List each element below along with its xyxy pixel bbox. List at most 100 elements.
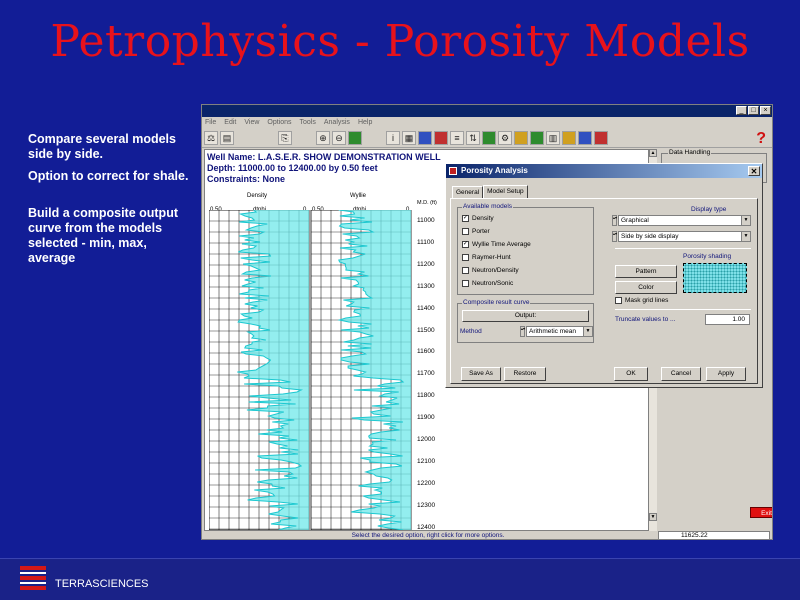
scroll-down-icon[interactable]: ▼ (649, 513, 657, 521)
help-icon[interactable]: ? (756, 130, 766, 148)
app-icon (449, 167, 457, 175)
minimize-icon[interactable]: _ (736, 106, 747, 115)
method-value: Arithmetic mean (529, 328, 576, 335)
output-button[interactable]: Output: (462, 310, 589, 322)
palette-icon[interactable] (562, 130, 576, 145)
zoom-out-icon[interactable]: ⊖ (332, 130, 346, 145)
depth-label: 12200 (417, 479, 436, 487)
tab-general-panel: Available models ✓ Density Porter ✓ Wyllie T… (450, 198, 758, 384)
model-checkbox[interactable] (462, 254, 469, 261)
logo-stripe (20, 576, 46, 580)
window-controls: _ □ × (736, 106, 771, 115)
track-title-wyllie: Wyllie (350, 193, 366, 199)
method-label: Method (460, 328, 482, 335)
display-type-title: Display type (691, 206, 727, 213)
logo-stripe (20, 566, 46, 570)
model-row[interactable]: Raymer-Hunt (462, 254, 511, 261)
model-row[interactable]: ✓ Density (462, 215, 494, 222)
depth-label: 11200 (417, 260, 435, 268)
color-button[interactable]: Color (615, 281, 677, 294)
composite-result-title: Composite result curve (462, 299, 531, 306)
tab-model-setup[interactable]: Model Setup (483, 185, 528, 198)
layers-icon[interactable] (514, 130, 528, 145)
model-row[interactable]: Porter (462, 228, 490, 235)
model-checkbox[interactable]: ✓ (462, 215, 469, 222)
zoom-in-icon[interactable]: ⊕ (316, 130, 330, 145)
chart-icon[interactable] (418, 130, 432, 145)
depth-label: 12000 (417, 436, 436, 443)
menu-options[interactable]: Options (267, 117, 291, 128)
model-label: Neutron/Density (472, 267, 519, 274)
cross-plot-icon[interactable] (578, 130, 592, 145)
grid-icon[interactable]: ▦ (402, 130, 416, 145)
model-label: Porter (472, 228, 490, 235)
constraints: Constraints: None (207, 174, 286, 184)
display-type-select-2[interactable]: Side by side display ▼ (618, 231, 751, 242)
model-checkbox[interactable] (462, 228, 469, 235)
app-titlebar: _ □ × (202, 105, 772, 117)
model-label: Density (472, 215, 494, 222)
menu-analysis[interactable]: Analysis (324, 117, 350, 128)
truncate-input[interactable]: 1.00 (705, 314, 750, 325)
tool-icon[interactable]: ⚖ (204, 130, 218, 145)
terrasciences-logo (20, 566, 46, 592)
on-off-icon[interactable] (482, 130, 496, 145)
model-label: Neutron/Sonic (472, 280, 514, 287)
depth-label: 11700 (417, 370, 435, 378)
logo-stripe (20, 572, 46, 574)
dialog-titlebar: Porosity Analysis ✕ (446, 164, 762, 178)
method-select[interactable]: Arithmetic mean ▼ (526, 326, 593, 337)
close-icon[interactable]: × (760, 106, 771, 115)
divider (615, 248, 751, 249)
close-icon[interactable]: ✕ (748, 166, 760, 176)
menu-edit[interactable]: Edit (224, 117, 236, 128)
menu-tools[interactable]: Tools (300, 117, 316, 128)
table-icon[interactable]: ▥ (546, 130, 560, 145)
cancel-button[interactable]: Cancel (661, 367, 701, 381)
ok-button[interactable]: OK (614, 367, 648, 381)
apply-button[interactable]: Apply (706, 367, 746, 381)
settings-icon[interactable]: ⚙ (498, 130, 512, 145)
model-row[interactable]: Neutron/Density (462, 267, 519, 274)
display-type-1-spinner[interactable]: ▴▾ (612, 215, 617, 226)
exit-petrophysics-button[interactable]: Exit Petrophysics (750, 507, 772, 518)
depth-label: 11100 (417, 238, 435, 246)
chevron-down-icon[interactable]: ▼ (583, 327, 592, 336)
mask-grid-checkbox[interactable] (615, 297, 622, 304)
bullet-3: Build a composite output curve from the … (28, 206, 178, 265)
pattern-button[interactable]: Pattern (615, 265, 677, 278)
api-icon[interactable]: ≡ (450, 130, 464, 145)
display-type-2-spinner[interactable]: ▴▾ (612, 231, 617, 242)
chevron-down-icon[interactable]: ▼ (741, 216, 750, 225)
track-icon[interactable] (530, 130, 544, 145)
mask-grid-row[interactable]: Mask grid lines (615, 297, 668, 304)
print-icon[interactable]: ▤ (220, 130, 234, 145)
model-row[interactable]: ✓ Wyllie Time Average (462, 241, 531, 248)
scroll-up-icon[interactable]: ▲ (649, 149, 657, 157)
model-row[interactable]: Neutron/Sonic (462, 280, 513, 287)
flag-icon[interactable] (434, 130, 448, 145)
boot-icon[interactable] (594, 130, 608, 145)
model-checkbox[interactable] (462, 280, 469, 287)
scale-icon[interactable]: ⇅ (466, 130, 480, 145)
model-checkbox[interactable]: ✓ (462, 241, 469, 248)
menu-help[interactable]: Help (358, 117, 372, 128)
restore-button[interactable]: Restore (504, 367, 546, 381)
save-as-button[interactable]: Save As (461, 367, 501, 381)
logo-stripe (20, 586, 46, 590)
menu-view[interactable]: View (244, 117, 259, 128)
method-spinner[interactable]: ▴▾ (520, 326, 525, 337)
menu-file[interactable]: File (205, 117, 216, 128)
data-handling-title: Data Handling (668, 149, 712, 156)
shading-swatch[interactable] (683, 263, 747, 293)
chevron-down-icon[interactable]: ▼ (741, 232, 750, 241)
display-type-1-value: Graphical (621, 217, 649, 224)
copy-icon[interactable]: ⎘ (278, 130, 292, 145)
info-icon[interactable]: i (386, 130, 400, 145)
display-type-select-1[interactable]: Graphical ▼ (618, 215, 751, 226)
model-label: Wyllie Time Average (472, 241, 531, 248)
display-type-2-value: Side by side display (621, 233, 679, 240)
refresh-icon[interactable] (348, 130, 362, 145)
model-checkbox[interactable] (462, 267, 469, 274)
maximize-icon[interactable]: □ (748, 106, 759, 115)
